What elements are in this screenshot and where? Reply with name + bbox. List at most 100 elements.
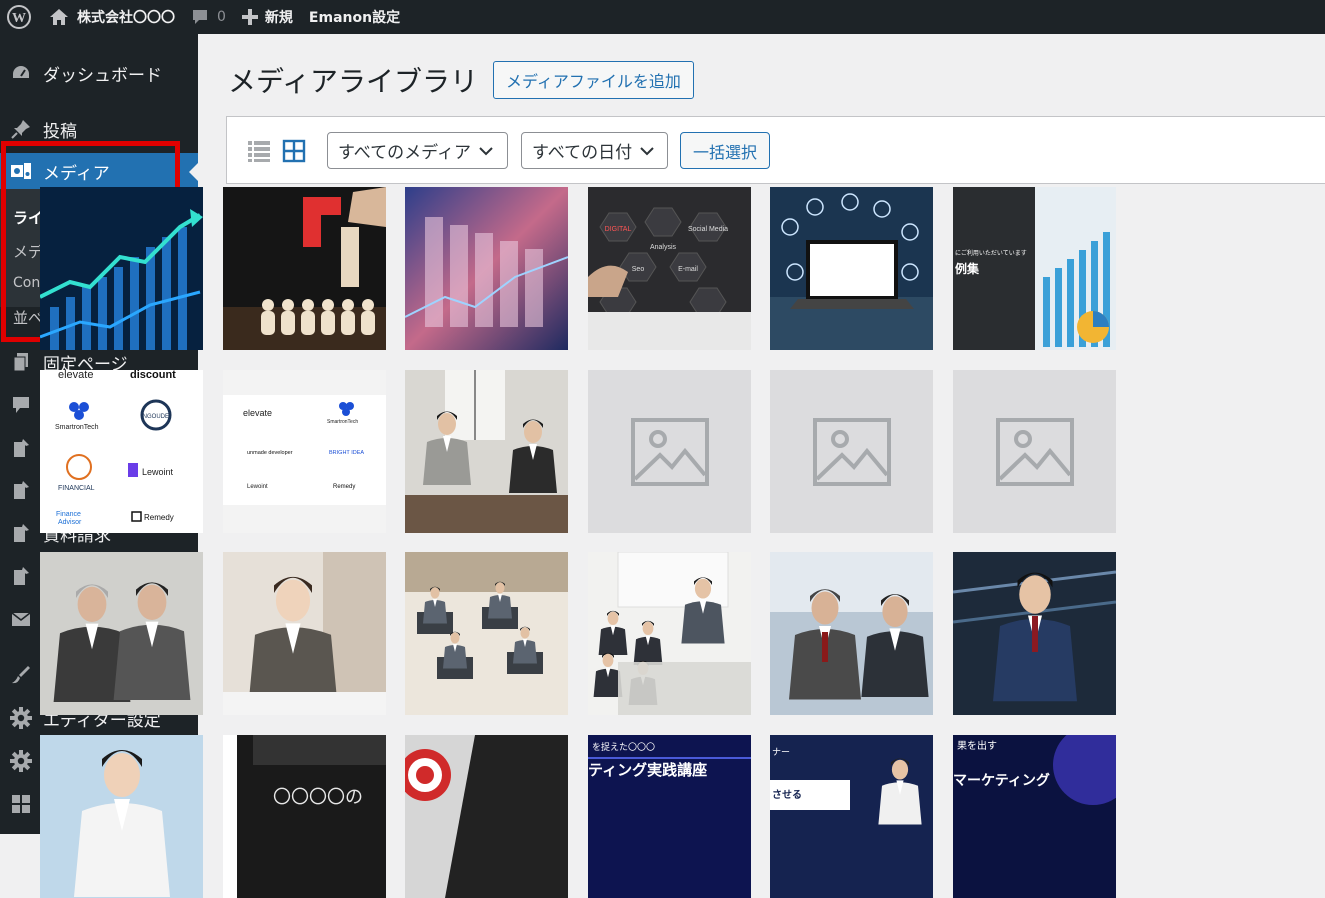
- svg-text:INGOUDE: INGOUDE: [141, 414, 169, 420]
- media-thumbnail-placeholder[interactable]: [770, 370, 933, 533]
- thumbnail-image: にご利用いただいています 例集: [953, 187, 1116, 350]
- date-filter-value: すべての日付: [532, 143, 633, 163]
- svg-text:unmade developer: unmade developer: [247, 450, 293, 456]
- chevron-down-icon: [479, 146, 493, 155]
- media-thumbnail[interactable]: 果を出す マーケティング: [953, 735, 1116, 898]
- svg-text:果を出す: 果を出す: [957, 739, 997, 752]
- thumbnail-image: [223, 552, 386, 715]
- wordpress-logo-icon[interactable]: W: [0, 0, 41, 34]
- sidebar-item-2[interactable]: メディア: [0, 153, 198, 189]
- media-thumbnail[interactable]: [223, 552, 386, 715]
- grid-view-icon[interactable]: [281, 138, 307, 164]
- comments-link[interactable]: 0: [183, 0, 234, 34]
- gear-icon: [10, 707, 32, 729]
- page-title: メディアライブラリ: [228, 65, 479, 98]
- thumbnail-image: [405, 370, 568, 533]
- mail-icon: [10, 608, 32, 630]
- media-thumbnail[interactable]: にご利用いただいています 例集: [953, 187, 1116, 350]
- dashboard-icon: [10, 62, 32, 84]
- chevron-down-icon: [640, 146, 654, 155]
- list-view-icon[interactable]: [246, 138, 272, 164]
- site-name: 株式会社〇〇〇: [77, 10, 175, 26]
- media-toolbar: すべてのメディア すべての日付 一括選択: [226, 116, 1325, 184]
- thumbnail-image: [223, 187, 386, 350]
- media-thumbnail[interactable]: [223, 187, 386, 350]
- svg-text:Remedy: Remedy: [144, 513, 174, 522]
- media-thumbnail[interactable]: [770, 552, 933, 715]
- post-icon: [10, 437, 32, 459]
- media-thumbnail[interactable]: [40, 552, 203, 715]
- svg-text:FINANCIAL: FINANCIAL: [58, 485, 95, 492]
- image-placeholder-icon: [812, 417, 891, 486]
- emanon-settings-label: Emanon設定: [308, 10, 401, 26]
- admin-bar: W 株式会社〇〇〇 0 新規 Emanon設定: [0, 0, 1325, 34]
- sidebar-item-0[interactable]: ダッシュボード: [0, 55, 198, 91]
- thumbnail-image: elevate discount SmartronTech INGOUDE FI…: [40, 370, 203, 533]
- media-type-filter[interactable]: すべてのメディア: [327, 132, 508, 169]
- post-icon: [10, 479, 32, 501]
- svg-text:マーケティング: マーケティング: [953, 772, 1050, 788]
- sidebar-item-label: 投稿: [43, 121, 77, 142]
- thumbnail-image: [405, 187, 568, 350]
- sidebar-item-label: ダッシュボード: [43, 65, 162, 86]
- comment-bubble-icon: [193, 10, 207, 24]
- media-thumbnail[interactable]: [40, 187, 203, 350]
- thumbnail-image: DIGITAL Social Media Analysis E-mail Seo: [588, 187, 751, 350]
- media-icon: [10, 160, 32, 182]
- thumbnail-image: [40, 552, 203, 715]
- comment-icon: [10, 394, 32, 416]
- bulk-select-button[interactable]: 一括選択: [680, 132, 771, 169]
- grid-icon: [10, 793, 32, 815]
- thumbnail-image: ナー させる: [770, 735, 933, 898]
- thumbnail-image: [953, 552, 1116, 715]
- thumbnail-image: elevate SmartronTech unmade developer BR…: [223, 370, 386, 533]
- media-thumbnail[interactable]: 〇〇〇〇の: [223, 735, 386, 898]
- svg-text:DIGITAL: DIGITAL: [605, 226, 632, 233]
- plus-icon: [241, 9, 258, 25]
- svg-text:SmartronTech: SmartronTech: [55, 424, 99, 431]
- new-content-link[interactable]: 新規: [234, 0, 301, 34]
- post-icon: [10, 522, 32, 544]
- media-thumbnail-placeholder[interactable]: [588, 370, 751, 533]
- media-thumbnail[interactable]: [405, 370, 568, 533]
- svg-text:Seo: Seo: [632, 266, 645, 273]
- media-thumbnail[interactable]: [40, 735, 203, 898]
- pin-icon: [10, 118, 32, 140]
- site-name-link[interactable]: 株式会社〇〇〇: [41, 0, 183, 34]
- date-filter[interactable]: すべての日付: [521, 132, 668, 169]
- thumbnail-image: 〇〇〇〇の: [223, 735, 386, 898]
- media-thumbnail[interactable]: [588, 552, 751, 715]
- media-thumbnail[interactable]: elevate discount SmartronTech INGOUDE FI…: [40, 370, 203, 533]
- svg-text:elevate: elevate: [58, 370, 93, 381]
- thumbnail-image: [40, 187, 203, 350]
- media-thumbnail[interactable]: [405, 552, 568, 715]
- media-thumbnail-placeholder[interactable]: [953, 370, 1116, 533]
- sidebar-item-1[interactable]: 投稿: [0, 111, 198, 147]
- media-thumbnail[interactable]: [953, 552, 1116, 715]
- svg-text:discount: discount: [130, 370, 176, 381]
- media-thumbnail[interactable]: elevate SmartronTech unmade developer BR…: [223, 370, 386, 533]
- svg-text:Finance: Finance: [56, 511, 81, 518]
- image-placeholder-icon: [995, 417, 1074, 486]
- pages-icon: [10, 351, 32, 373]
- media-type-value: すべてのメディア: [338, 143, 471, 163]
- thumbnail-image: [40, 735, 203, 898]
- add-media-button[interactable]: メディアファイルを追加: [493, 61, 694, 99]
- media-thumbnail[interactable]: ナー させる: [770, 735, 933, 898]
- media-thumbnail[interactable]: [770, 187, 933, 350]
- media-thumbnail[interactable]: DIGITAL Social Media Analysis E-mail Seo: [588, 187, 751, 350]
- svg-text:ティング実践講座: ティング実践講座: [588, 761, 707, 779]
- svg-text:例集: 例集: [955, 261, 980, 276]
- emanon-settings-link[interactable]: Emanon設定: [301, 0, 408, 34]
- svg-text:E-mail: E-mail: [678, 266, 698, 273]
- gear-icon: [10, 750, 32, 772]
- media-thumbnail[interactable]: を捉えた〇〇〇 ティング実践講座: [588, 735, 751, 898]
- media-thumbnail[interactable]: [405, 735, 568, 898]
- svg-text:Lewoint: Lewoint: [142, 467, 174, 477]
- svg-text:SmartronTech: SmartronTech: [327, 419, 358, 425]
- svg-text:Advisor: Advisor: [58, 519, 82, 526]
- image-placeholder-icon: [630, 417, 709, 486]
- home-icon: [50, 9, 68, 25]
- thumbnail-image: [405, 735, 568, 898]
- media-thumbnail[interactable]: [405, 187, 568, 350]
